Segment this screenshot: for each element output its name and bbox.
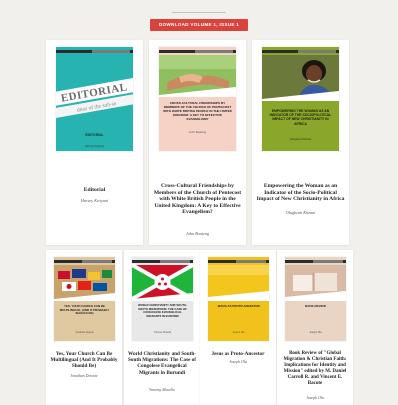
cover-title: EMPOWERING THE WOMAN AS AN INDICATOR OF …	[269, 109, 332, 126]
download-issue-button[interactable]: DOWNLOAD VOLUME 1, ISSUE 1	[150, 19, 248, 31]
article-card-editorial[interactable]: EDITORIAL ditor of the sub-se EDITORIAL …	[46, 40, 143, 245]
cover-author: Joseph Ola	[309, 331, 322, 334]
article-title[interactable]: Empowering the Woman as an Indicator of …	[256, 183, 345, 203]
article-author: Joseph Ola	[306, 396, 324, 400]
cover-title: JESUS AS PROTO-ANCESTOR	[217, 304, 260, 308]
burundi-flag-cover-art	[132, 263, 193, 301]
article-card-world-christianity[interactable]: WORLD CHRISTIANITY AND SOUTH-SOUTH MIGRA…	[124, 250, 200, 405]
article-cover[interactable]: BOOK REVIEW Joseph Ola	[285, 257, 346, 341]
article-cover[interactable]: JESUS AS PROTO-ANCESTOR Joseph Ola	[208, 257, 269, 341]
article-title[interactable]: Jesus as Proto-Ancestor	[204, 351, 272, 357]
article-card-empowering-woman[interactable]: EMPOWERING THE WOMAN AS AN INDICATOR OF …	[252, 40, 349, 245]
cover-author: Harvey Kwiyani	[84, 144, 105, 148]
article-cover[interactable]: EMPOWERING THE WOMAN AS AN INDICATOR OF …	[262, 47, 339, 151]
cover-title: WORLD CHRISTIANITY AND SOUTH-SOUTH MIGRA…	[137, 303, 188, 318]
article-author: Yanomy Musolio	[149, 388, 175, 392]
article-author: Jonathan Downie	[70, 374, 98, 378]
article-title[interactable]: Cross-Cultural Friendships by Members of…	[153, 183, 242, 216]
flags-cover-art	[54, 265, 115, 301]
divider-line	[172, 12, 226, 13]
cover-title: CROSS-CULTURAL FRIENDSHIPS BY MEMBERS OF…	[163, 101, 232, 121]
article-title[interactable]: Book Review of "Global Migration & Chris…	[281, 351, 349, 387]
cover-author: Jonathan Downie	[75, 331, 94, 334]
article-cover[interactable]: EDITORIAL ditor of the sub-se EDITORIAL …	[56, 47, 133, 151]
cover-author: John Boateng	[188, 130, 207, 134]
article-author: Olugbemi Kitzani	[285, 210, 316, 215]
article-title[interactable]: World Christianity and South-South Migra…	[128, 351, 196, 376]
handshake-cover-art	[159, 55, 236, 97]
article-card-proto-ancestor[interactable]: JESUS AS PROTO-ANCESTOR Joseph Ola Jesus…	[200, 250, 276, 405]
cover-title: EDITORIAL	[85, 133, 104, 137]
portrait-cover-art	[262, 55, 339, 101]
books-cover-art	[285, 265, 346, 301]
article-title[interactable]: Yes, Your Church Can Be Multilingual (An…	[50, 351, 118, 370]
article-cover[interactable]: CROSS-CULTURAL FRIENDSHIPS BY MEMBERS OF…	[159, 47, 236, 151]
article-card-multilingual[interactable]: YES, YOUR CHURCH CAN BE MULTILINGUAL (AN…	[46, 250, 122, 405]
article-title[interactable]: Editorial	[50, 187, 139, 194]
article-cover[interactable]: YES, YOUR CHURCH CAN BE MULTILINGUAL (AN…	[54, 257, 115, 341]
cover-title: YES, YOUR CHURCH CAN BE MULTILINGUAL (AN…	[59, 304, 110, 316]
article-cover[interactable]: WORLD CHRISTIANITY AND SOUTH-SOUTH MIGRA…	[132, 257, 193, 341]
article-author: John Boateng	[185, 231, 210, 236]
article-card-cross-cultural[interactable]: CROSS-CULTURAL FRIENDSHIPS BY MEMBERS OF…	[149, 40, 246, 245]
cover-author: Yanomy Musolio	[153, 331, 172, 334]
top-bar: DOWNLOAD VOLUME 1, ISSUE 1	[0, 0, 398, 34]
yellow-cover-art	[208, 265, 269, 301]
article-author: Harvey Kwiyani	[80, 198, 109, 203]
article-card-book-review[interactable]: BOOK REVIEW Joseph Ola Book Review of "G…	[277, 250, 353, 405]
cover-author: Olugbemi Kitzani	[289, 137, 312, 141]
cover-title: BOOK REVIEW	[305, 304, 326, 308]
article-author: Joseph Ola	[229, 360, 247, 364]
cover-author: Joseph Ola	[232, 331, 245, 334]
